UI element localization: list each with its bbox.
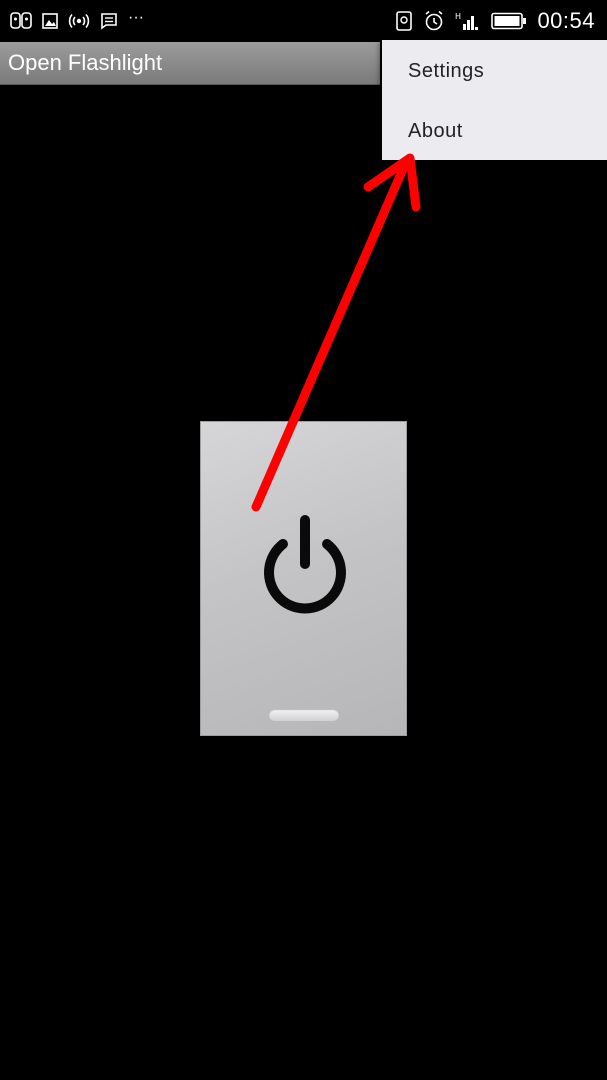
- gallery-icon: [42, 13, 58, 29]
- hotspot-icon: [68, 13, 90, 29]
- status-right-icons: H 00:54: [395, 6, 595, 36]
- action-bar: Open Flashlight: [0, 42, 380, 85]
- screen: ··· H 00:54 Open Flashlight Settings Abo…: [0, 0, 607, 1080]
- voicemail-icon: [10, 11, 32, 31]
- app-title: Open Flashlight: [8, 50, 163, 75]
- sim-icon: [395, 10, 413, 32]
- status-clock: 00:54: [537, 8, 595, 33]
- signal-icon: H: [455, 10, 481, 32]
- power-icon: [264, 515, 346, 614]
- overflow-menu: Settings About: [382, 40, 607, 160]
- menu-item-settings[interactable]: Settings: [382, 40, 607, 100]
- message-icon: [100, 12, 118, 30]
- status-bar: ··· H 00:54: [0, 0, 607, 42]
- status-left-icons: ···: [10, 8, 144, 34]
- more-notifications-indicator: ···: [128, 9, 144, 26]
- flashlight-power-button[interactable]: [200, 421, 407, 736]
- menu-item-settings-label: Settings: [408, 60, 485, 82]
- menu-item-about-label: About: [408, 120, 463, 142]
- svg-text:H: H: [455, 12, 461, 21]
- battery-icon: [491, 12, 527, 30]
- alarm-icon: [423, 10, 445, 32]
- menu-item-about[interactable]: About: [382, 100, 607, 160]
- switch-slot: [269, 709, 339, 721]
